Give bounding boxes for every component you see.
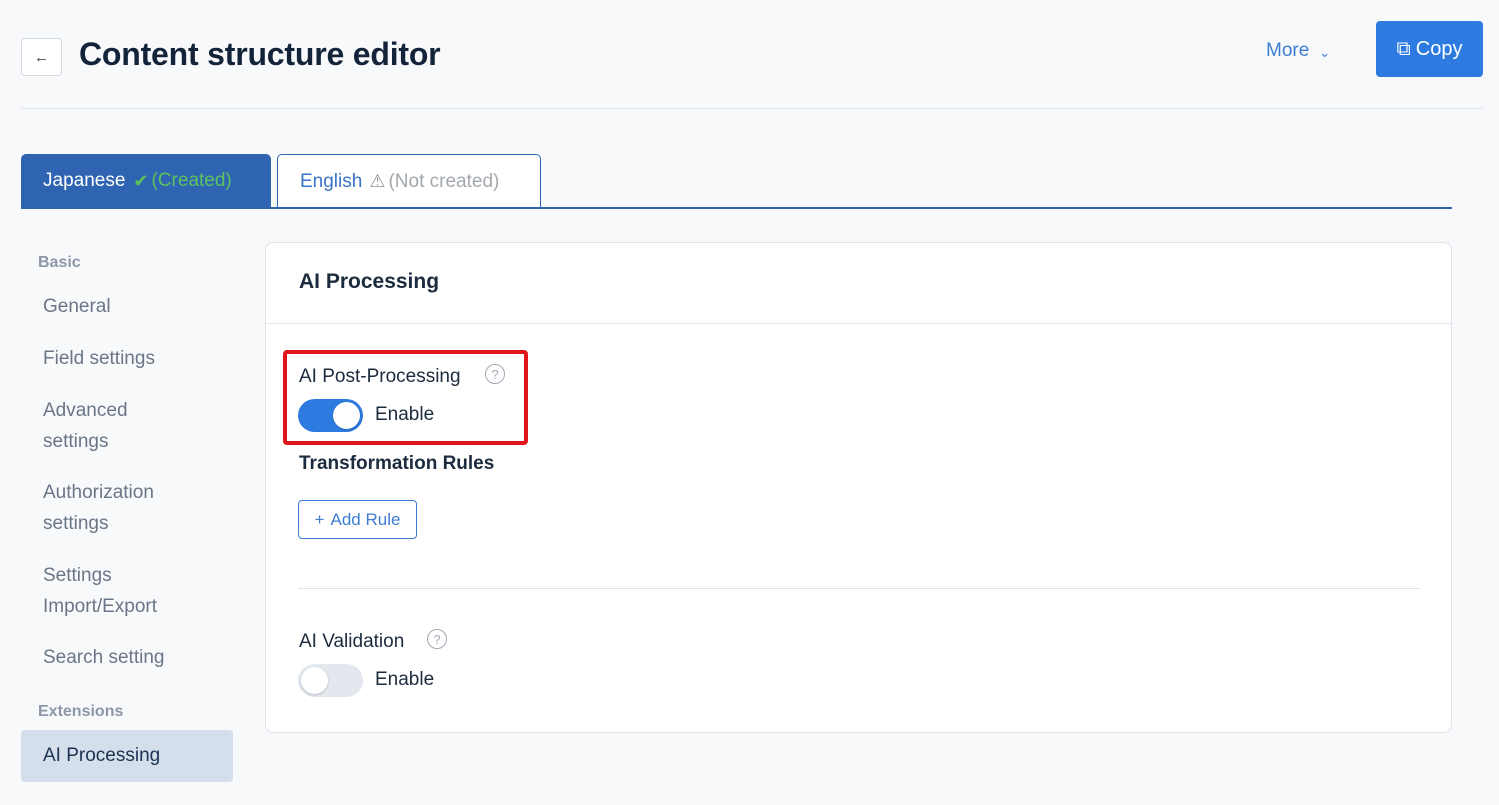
check-icon: ✔ [133,170,149,191]
sidebar-item-advanced-settings[interactable]: Advanced settings [43,395,163,457]
sidebar-item-search-setting[interactable]: Search setting [43,642,213,673]
sidebar-heading-basic: Basic [38,254,81,271]
help-icon[interactable]: ? [485,364,505,384]
card-title: AI Processing [299,270,440,293]
ai-post-processing-enable-label: Enable [375,404,435,425]
header-divider [21,108,1483,109]
sidebar-item-general[interactable]: General [43,291,213,322]
sidebar-heading-extensions: Extensions [38,703,124,720]
tab-japanese[interactable]: Japanese ✔ (Created) [21,154,271,208]
sidebar-item-field-settings[interactable]: Field settings [43,343,213,374]
more-dropdown-button[interactable]: More ⌄ [1266,38,1330,64]
copy-button[interactable]: ⧉ Copy [1376,21,1483,77]
toggle-knob [301,667,328,694]
ai-processing-card: AI Processing AI Post-Processing ? Enabl… [265,242,1452,733]
add-rule-label: Add Rule [330,509,401,529]
ai-validation-toggle[interactable] [298,664,363,697]
sidebar-item-ai-processing[interactable]: AI Processing [21,730,233,782]
tab-status: (Created) [151,170,232,191]
chevron-down-icon: ⌄ [1319,44,1331,60]
sidebar-item-settings-import-export[interactable]: Settings Import/Export [43,560,183,622]
content-structure-editor-page: ← Content structure editor More ⌄ ⧉ Copy… [0,0,1499,805]
warning-icon: ⚠ [369,171,386,191]
add-rule-button[interactable]: + Add Rule [298,500,417,539]
copy-label: Copy [1415,37,1463,60]
ai-validation-label: AI Validation [299,631,405,652]
tab-status: (Not created) [388,170,500,192]
page-title: Content structure editor [79,36,441,72]
copy-icon: ⧉ [1396,37,1411,60]
ai-post-processing-label: AI Post-Processing [299,366,461,387]
tab-english[interactable]: English ⚠ (Not created) [277,154,541,208]
tab-label: English [300,170,363,192]
ai-validation-enable-label: Enable [375,669,435,690]
tabs-underline [21,207,1452,209]
plus-icon: + [314,509,325,529]
tab-label: Japanese [43,170,126,191]
section-divider [298,588,1420,589]
sidebar-item-label: AI Processing [43,745,161,766]
arrow-left-icon: ← [34,48,49,66]
more-label: More [1266,40,1310,61]
transformation-rules-label: Transformation Rules [299,453,495,474]
sidebar-item-authorization-settings[interactable]: Authorization settings [43,477,183,539]
toggle-knob [333,402,360,429]
ai-post-processing-toggle[interactable] [298,399,363,432]
help-icon[interactable]: ? [427,629,447,649]
back-button[interactable]: ← [21,38,62,76]
card-header-divider [266,323,1451,324]
